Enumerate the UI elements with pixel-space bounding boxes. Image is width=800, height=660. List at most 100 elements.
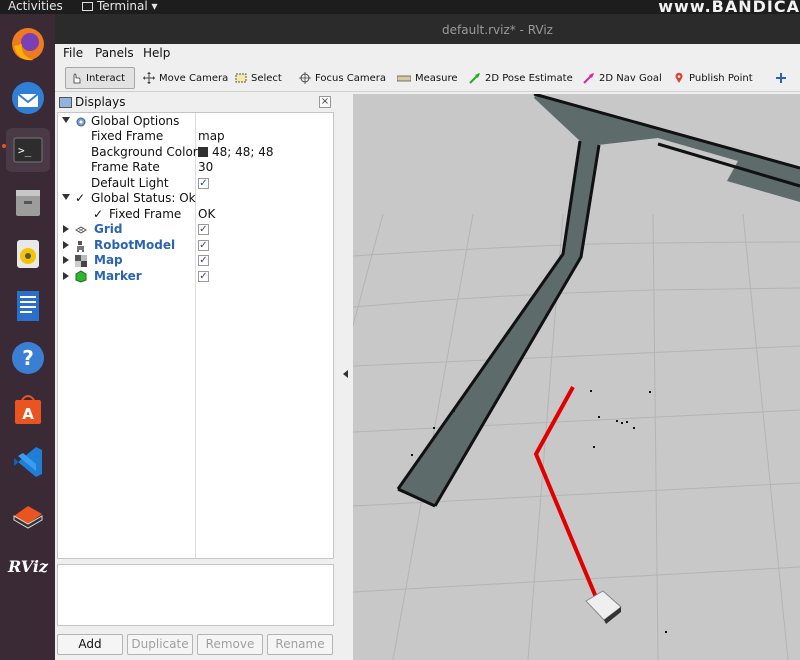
map-pin-icon	[675, 72, 683, 83]
tool-publish-point-label: Publish Point	[689, 72, 753, 84]
description-box	[57, 564, 334, 626]
remove-button[interactable]: Remove	[197, 634, 263, 655]
tool-publish-point[interactable]: Publish Point	[669, 67, 757, 89]
tool-bar: Interact Move Camera Select Focus Camera…	[55, 64, 800, 92]
tool-interact-label: Interact	[86, 72, 126, 84]
robot-marker	[585, 590, 622, 624]
svg-text:A: A	[22, 405, 34, 423]
menu-file[interactable]: File	[63, 46, 83, 60]
tool-focus-camera[interactable]: Focus Camera	[295, 67, 390, 89]
display-grid-label: Grid	[94, 222, 123, 236]
display-map-label: Map	[94, 253, 123, 267]
tool-2d-nav-goal[interactable]: 2D Nav Goal	[579, 67, 666, 89]
add-button[interactable]: Add	[57, 634, 123, 655]
map-icon	[75, 255, 87, 267]
writer-icon[interactable]	[6, 284, 50, 328]
expand-arrow-icon[interactable]	[63, 256, 69, 264]
grid-enabled-checkbox[interactable]: ✓	[198, 224, 209, 235]
terminal-app-menu[interactable]: Terminal ▾	[82, 0, 158, 13]
rviz-icon[interactable]: RViz	[6, 544, 50, 588]
tree-row-frame-rate[interactable]: Frame Rate 30	[58, 160, 333, 176]
blender-icon[interactable]	[6, 492, 50, 536]
occupancy-map	[396, 94, 800, 633]
tree-row-background-color[interactable]: Background Color 48; 48; 48	[58, 145, 333, 161]
rviz-window: default.rviz* - RViz File Panels Help In…	[55, 14, 800, 660]
tool-select[interactable]: Select	[231, 67, 286, 89]
tree-row-global-options[interactable]: Global Options	[58, 114, 333, 130]
tree-row-status-fixed-frame[interactable]: ✓ Fixed Frame OK	[58, 207, 333, 223]
scene-canvas[interactable]	[353, 94, 800, 660]
fixed-frame-value[interactable]: map	[198, 129, 225, 143]
tree-row-robotmodel[interactable]: RobotModel ✓	[58, 238, 333, 254]
displays-header: Displays ×	[55, 94, 336, 112]
tool-2d-pose-estimate[interactable]: 2D Pose Estimate	[465, 67, 577, 89]
default-light-checkbox[interactable]: ✓	[198, 178, 209, 189]
3d-viewport[interactable]	[353, 94, 800, 660]
target-icon	[299, 72, 311, 84]
tool-interact[interactable]: Interact	[65, 67, 135, 89]
tool-2d-pose-estimate-label: 2D Pose Estimate	[485, 72, 573, 84]
menu-panels[interactable]: Panels	[95, 46, 134, 60]
expand-arrow-icon[interactable]	[62, 117, 70, 123]
displays-title: Displays	[75, 95, 126, 109]
tree-row-grid[interactable]: Grid ✓	[58, 222, 333, 238]
expand-arrow-icon[interactable]	[63, 272, 69, 280]
files-icon[interactable]	[6, 180, 50, 224]
gear-icon	[76, 117, 86, 127]
panel-splitter[interactable]	[339, 94, 353, 660]
rhythmbox-icon[interactable]	[6, 232, 50, 276]
svg-text:?: ?	[22, 346, 34, 370]
robotmodel-enabled-checkbox[interactable]: ✓	[198, 240, 209, 251]
collapse-left-arrow-icon[interactable]	[343, 370, 348, 378]
background-color-value: 48; 48; 48	[212, 145, 274, 159]
frame-rate-value[interactable]: 30	[198, 160, 213, 174]
rename-button[interactable]: Rename	[267, 634, 333, 655]
tool-move-camera[interactable]: Move Camera	[139, 67, 232, 89]
tool-focus-camera-label: Focus Camera	[315, 72, 386, 84]
terminal-menu-label: Terminal ▾	[97, 0, 158, 13]
help-icon[interactable]: ?	[6, 336, 50, 380]
duplicate-button[interactable]: Duplicate	[127, 634, 193, 655]
default-light-label: Default Light	[91, 176, 169, 190]
window-title: default.rviz* - RViz	[442, 23, 553, 37]
vscode-icon[interactable]	[6, 440, 50, 484]
grid-icon	[75, 226, 87, 234]
green-cube-icon	[75, 270, 87, 283]
move-arrows-icon	[143, 72, 155, 84]
expand-arrow-icon[interactable]	[62, 194, 70, 200]
marker-enabled-checkbox[interactable]: ✓	[198, 271, 209, 282]
firefox-icon[interactable]	[6, 22, 50, 66]
menu-bar: File Panels Help	[55, 44, 800, 64]
background-color-field[interactable]: 48; 48; 48	[198, 145, 274, 159]
frame-rate-label: Frame Rate	[91, 160, 160, 174]
map-enabled-checkbox[interactable]: ✓	[198, 255, 209, 266]
activities-button[interactable]: Activities	[8, 0, 63, 13]
plus-icon	[776, 73, 786, 83]
tree-row-marker[interactable]: Marker ✓	[58, 269, 333, 285]
background-color-label: Background Color	[91, 145, 198, 159]
thunderbird-icon[interactable]	[6, 76, 50, 120]
tool-move-camera-label: Move Camera	[159, 72, 229, 84]
displays-panel: Displays × Global Options Fixed Frame ma…	[55, 94, 336, 660]
status-fixed-frame-value: OK	[198, 207, 216, 221]
robot-icon	[77, 241, 84, 252]
expand-arrow-icon[interactable]	[63, 225, 69, 233]
menu-help[interactable]: Help	[143, 46, 170, 60]
check-icon: ✓	[93, 207, 104, 221]
window-titlebar[interactable]: default.rviz* - RViz	[55, 14, 800, 44]
terminal-icon[interactable]: >_	[6, 128, 50, 172]
green-arrow-icon	[469, 73, 480, 84]
tree-row-global-status[interactable]: ✓ Global Status: Ok	[58, 191, 333, 207]
monitor-icon	[59, 97, 72, 108]
hand-pointer-icon	[73, 73, 81, 84]
tree-row-map[interactable]: Map ✓	[58, 253, 333, 269]
add-tool-button[interactable]	[771, 67, 791, 89]
pink-arrow-icon	[583, 73, 594, 84]
tree-row-default-light[interactable]: Default Light ✓	[58, 176, 333, 192]
close-icon[interactable]: ×	[319, 96, 331, 108]
tool-measure[interactable]: Measure	[393, 67, 462, 89]
expand-arrow-icon[interactable]	[63, 241, 69, 249]
tree-row-fixed-frame[interactable]: Fixed Frame map	[58, 129, 333, 145]
software-center-icon[interactable]: A	[6, 388, 50, 432]
ground-grid	[353, 213, 800, 660]
